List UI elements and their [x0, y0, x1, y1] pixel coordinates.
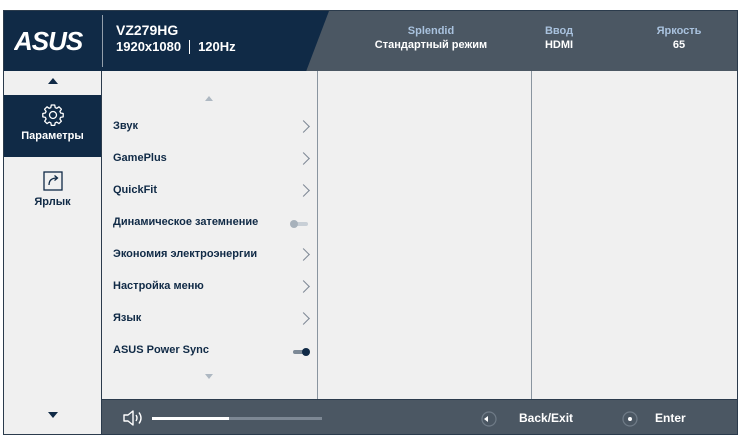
- chevron-right-icon: [297, 312, 310, 325]
- menu-item-label: ASUS Power Sync: [113, 344, 209, 356]
- menu-item-label: Экономия электроэнергии: [113, 248, 258, 260]
- menu-item-quickfit[interactable]: QuickFit: [102, 175, 318, 207]
- model-name: VZ279HG: [116, 22, 179, 38]
- chevron-right-icon: [297, 120, 310, 133]
- toggle-knob: [302, 348, 310, 356]
- monitor-osd: ASUS VZ279HG 1920x1080 120Hz Splendid Ст…: [3, 10, 738, 435]
- menu-item-label: Динамическое затемнение: [113, 216, 259, 228]
- signal-divider: [189, 40, 191, 54]
- osd-header: ASUS VZ279HG 1920x1080 120Hz Splendid Ст…: [4, 11, 737, 71]
- menu-scroll-up-icon[interactable]: [205, 96, 213, 101]
- splendid-info: Splendid Стандартный режим: [356, 24, 506, 52]
- chevron-right-icon: [297, 152, 310, 165]
- menu-item-eco-mode[interactable]: Экономия электроэнергии: [102, 239, 318, 271]
- chevron-right-icon: [297, 184, 310, 197]
- nav-item-shortcut-label: Ярлык: [34, 196, 71, 208]
- asus-logo: ASUS: [14, 26, 85, 56]
- volume-slider[interactable]: [152, 417, 322, 420]
- nav-item-settings-label: Параметры: [21, 130, 84, 142]
- power-sync-toggle[interactable]: [290, 348, 310, 356]
- input-value: HDMI: [544, 39, 574, 51]
- header-divider: [102, 15, 103, 67]
- gear-icon: [41, 104, 64, 127]
- brightness-value: 65: [672, 39, 686, 51]
- nav-item-shortcut[interactable]: Ярлык: [4, 161, 101, 223]
- brightness-info: Яркость 65: [639, 24, 719, 52]
- joystick-left-icon: [481, 411, 497, 427]
- chevron-right-icon: [297, 248, 310, 261]
- menu-item-dynamic-dimming[interactable]: Динамическое затемнение: [102, 207, 318, 239]
- menu-item-label: Язык: [113, 312, 142, 324]
- menu-item-gameplus[interactable]: GamePlus: [102, 143, 318, 175]
- resolution-text: 1920x1080: [116, 39, 182, 54]
- volume-slider-fill: [152, 417, 229, 420]
- left-nav: Параметры Ярлык: [4, 71, 102, 434]
- splendid-value: Стандартный режим: [374, 39, 488, 51]
- enter-label: Enter: [655, 411, 686, 425]
- settings-menu: Звук GamePlus QuickFit Динамическое зате…: [102, 71, 318, 399]
- menu-item-label: Настройка меню: [113, 280, 204, 292]
- menu-item-label: Звук: [113, 120, 139, 132]
- nav-down-arrow-icon[interactable]: [48, 412, 58, 418]
- splendid-label: Splendid: [407, 25, 455, 37]
- menu-item-sound[interactable]: Звук: [102, 111, 318, 143]
- input-label: Ввод: [544, 25, 574, 37]
- nav-item-settings[interactable]: Параметры: [4, 95, 101, 157]
- menu-item-power-sync[interactable]: ASUS Power Sync: [102, 335, 318, 367]
- menu-item-label: GamePlus: [113, 152, 167, 164]
- menu-scroll-down-icon[interactable]: [205, 374, 213, 379]
- osd-footer: Back/Exit Enter: [102, 399, 737, 434]
- input-info: Ввод HDMI: [524, 24, 594, 52]
- menu-item-language[interactable]: Язык: [102, 303, 318, 335]
- joystick-center-icon: [622, 411, 638, 427]
- signal-info: 1920x1080 120Hz: [116, 39, 236, 55]
- dynamic-dimming-toggle[interactable]: [290, 220, 310, 228]
- brightness-label: Яркость: [656, 25, 702, 37]
- back-exit-label: Back/Exit: [519, 411, 574, 425]
- refresh-rate-text: 120Hz: [198, 39, 236, 54]
- menu-item-label: QuickFit: [113, 184, 158, 196]
- submenu-panel: [318, 71, 532, 399]
- chevron-right-icon: [297, 280, 310, 293]
- options-panel: [532, 71, 737, 399]
- svg-text:ASUS: ASUS: [14, 26, 84, 56]
- nav-up-arrow-icon[interactable]: [48, 78, 58, 84]
- shortcut-icon: [42, 171, 63, 191]
- speaker-icon: [123, 410, 142, 426]
- menu-item-menu-setup[interactable]: Настройка меню: [102, 271, 318, 303]
- toggle-knob: [290, 220, 298, 228]
